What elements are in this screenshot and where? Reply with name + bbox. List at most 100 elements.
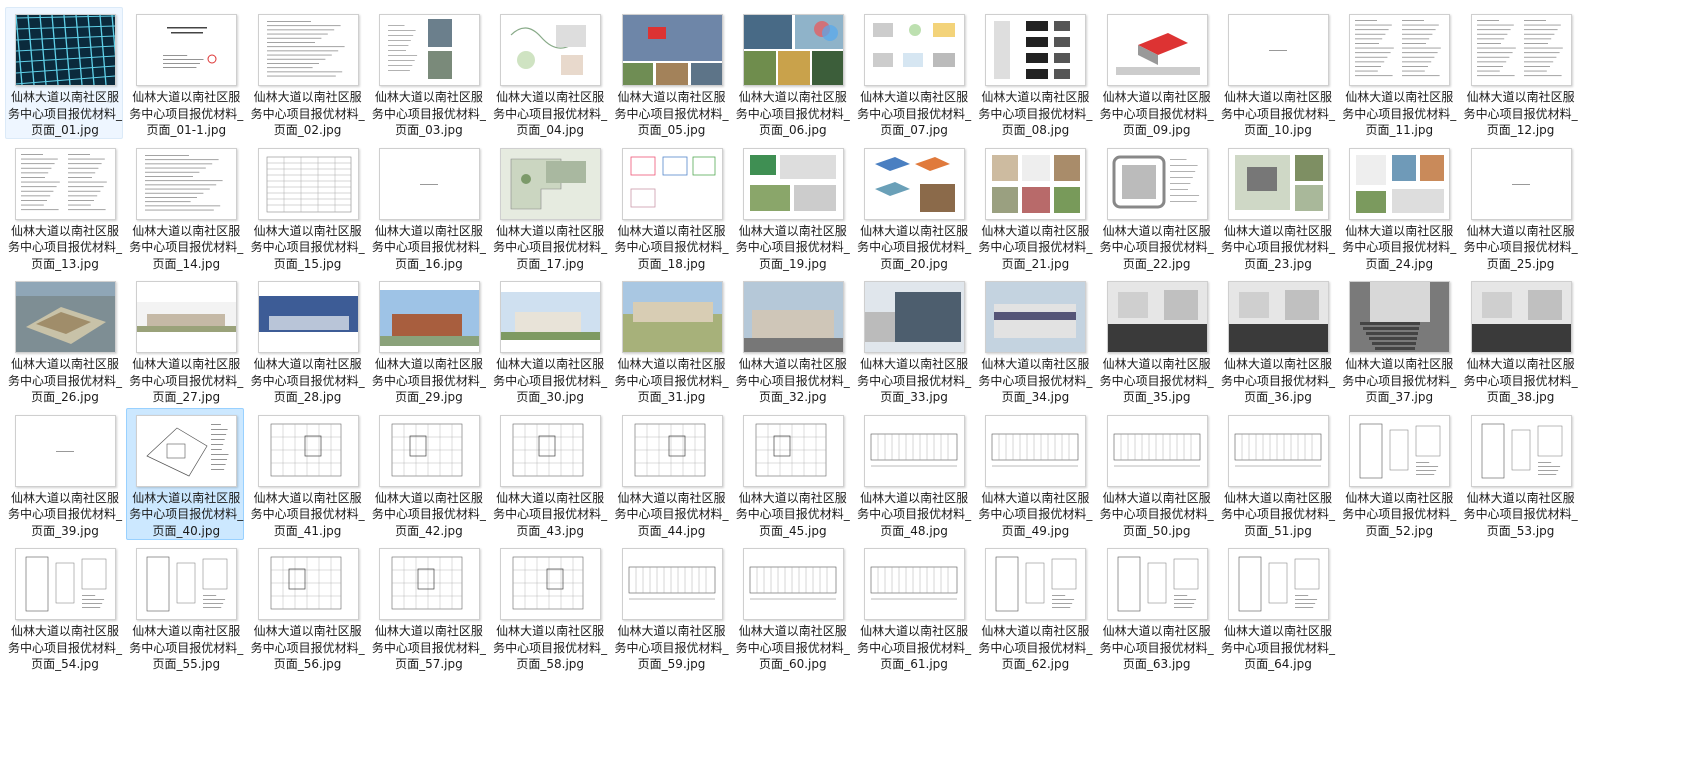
file-name-line: 仙林大道以南社区服 [1345,90,1454,104]
image-thumbnail [864,281,966,353]
image-thumbnail [136,548,238,620]
file-thumbnail-grid[interactable]: 仙林大道以南社区服 务中心项目报优材料_ 页面_01.jpg 仙林大道以南社区服 务中心… [0,7,1682,757]
file-item[interactable]: 仙林大道以南社区服 务中心项目报优材料_ 页面_50.jpg [1097,408,1215,540]
file-name-line: 页面_06.jpg [758,123,827,137]
image-thumbnail [136,14,238,86]
file-name-line: 务中心项目报优材料_ [978,507,1093,521]
file-item[interactable]: 仙林大道以南社区服 务中心项目报优材料_ 页面_51.jpg [1218,408,1336,540]
file-item[interactable]: 仙林大道以南社区服 务中心项目报优材料_ 页面_28.jpg [248,274,366,406]
file-name-line: 仙林大道以南社区服 [253,357,362,371]
file-name-line: 页面_55.jpg [152,657,221,671]
file-item[interactable]: 仙林大道以南社区服 务中心项目报优材料_ 页面_44.jpg [612,408,730,540]
file-item[interactable]: 仙林大道以南社区服 务中心项目报优材料_ 页面_57.jpg [369,541,487,673]
file-name-line: 仙林大道以南社区服 [374,490,483,505]
file-item[interactable]: 仙林大道以南社区服 务中心项目报优材料_ 页面_58.jpg [490,541,608,673]
file-item[interactable]: 仙林大道以南社区服 务中心项目报优材料_ 页面_38.jpg [1461,274,1579,406]
file-item[interactable]: 仙林大道以南社区服 务中心项目报优材料_ 页面_18.jpg [612,141,730,273]
image-thumbnail [500,548,602,620]
file-item[interactable]: 仙林大道以南社区服 务中心项目报优材料_ 页面_53.jpg [1461,408,1579,540]
file-item[interactable]: 仙林大道以南社区服 务中心项目报优材料_ 页面_62.jpg [975,541,1093,673]
file-item[interactable]: 仙林大道以南社区服 务中心项目报优材料_ 页面_49.jpg [975,408,1093,540]
file-item[interactable]: 仙林大道以南社区服 务中心项目报优材料_ 页面_21.jpg [975,141,1093,273]
file-item[interactable]: 仙林大道以南社区服 务中心项目报优材料_ 页面_31.jpg [612,274,730,406]
file-item[interactable]: 仙林大道以南社区服 务中心项目报优材料_ 页面_33.jpg [854,274,972,406]
file-item[interactable]: 仙林大道以南社区服 务中心项目报优材料_ 页面_39.jpg [5,408,123,540]
file-name: 仙林大道以南社区服 务中心项目报优材料_ 页面_10.jpg [1219,89,1337,139]
file-name: 仙林大道以南社区服 务中心项目报优材料_ 页面_43.jpg [491,490,609,540]
file-item[interactable]: 仙林大道以南社区服 务中心项目报优材料_ 页面_10.jpg [1218,7,1336,139]
file-item[interactable]: 仙林大道以南社区服 务中心项目报优材料_ 页面_64.jpg [1218,541,1336,673]
file-item[interactable]: 仙林大道以南社区服 务中心项目报优材料_ 页面_02.jpg [248,7,366,139]
file-item[interactable]: 仙林大道以南社区服 务中心项目报优材料_ 页面_36.jpg [1218,274,1336,406]
file-item[interactable]: 仙林大道以南社区服 务中心项目报优材料_ 页面_45.jpg [733,408,851,540]
file-item[interactable]: 仙林大道以南社区服 务中心项目报优材料_ 页面_59.jpg [612,541,730,673]
file-name-line: 务中心项目报优材料_ [129,373,244,388]
file-item[interactable]: 仙林大道以南社区服 务中心项目报优材料_ 页面_07.jpg [854,7,972,139]
file-item[interactable]: 仙林大道以南社区服 务中心项目报优材料_ 页面_01.jpg [5,7,123,139]
file-name-line: 务中心项目报优材料_ [735,507,850,521]
file-item[interactable]: 仙林大道以南社区服 务中心项目报优材料_ 页面_42.jpg [369,408,487,540]
file-item[interactable]: 仙林大道以南社区服 务中心项目报优材料_ 页面_22.jpg [1097,141,1215,273]
file-item[interactable]: 仙林大道以南社区服 务中心项目报优材料_ 页面_55.jpg [126,541,244,673]
file-item[interactable]: 仙林大道以南社区服 务中心项目报优材料_ 页面_13.jpg [5,141,123,273]
file-name: 仙林大道以南社区服 务中心项目报优材料_ 页面_26.jpg [6,356,124,406]
image-thumbnail [742,281,844,353]
file-item[interactable]: 仙林大道以南社区服 务中心项目报优材料_ 页面_37.jpg [1339,274,1457,406]
file-item[interactable]: 仙林大道以南社区服 务中心项目报优材料_ 页面_20.jpg [854,141,972,273]
file-name-line: 务中心项目报优材料_ [250,240,365,254]
file-item[interactable]: 仙林大道以南社区服 务中心项目报优材料_ 页面_15.jpg [248,141,366,273]
file-name-line: 仙林大道以南社区服 [1345,357,1454,371]
image-thumbnail [257,14,359,86]
file-item[interactable]: 仙林大道以南社区服 务中心项目报优材料_ 页面_54.jpg [5,541,123,673]
file-name-line: 页面_18.jpg [637,256,706,271]
image-thumbnail [15,548,116,620]
file-item[interactable]: 仙林大道以南社区服 务中心项目报优材料_ 页面_56.jpg [248,541,366,673]
file-item[interactable]: 仙林大道以南社区服 务中心项目报优材料_ 页面_08.jpg [975,7,1093,139]
file-item[interactable]: 仙林大道以南社区服 务中心项目报优材料_ 页面_06.jpg [733,7,851,139]
file-item[interactable]: 仙林大道以南社区服 务中心项目报优材料_ 页面_25.jpg [1461,141,1579,273]
file-item[interactable]: 仙林大道以南社区服 务中心项目报优材料_ 页面_43.jpg [490,408,608,540]
file-name: 仙林大道以南社区服 务中心项目报优材料_ 页面_64.jpg [1219,623,1337,673]
file-item[interactable]: 仙林大道以南社区服 务中心项目报优材料_ 页面_14.jpg [126,141,244,273]
file-name: 仙林大道以南社区服 务中心项目报优材料_ 页面_52.jpg [1340,490,1458,540]
file-item[interactable]: 仙林大道以南社区服 务中心项目报优材料_ 页面_34.jpg [975,274,1093,406]
file-name: 仙林大道以南社区服 务中心项目报优材料_ 页面_13.jpg [6,223,124,273]
image-thumbnail [985,414,1087,487]
file-name: 仙林大道以南社区服 务中心项目报优材料_ 页面_39.jpg [6,490,124,540]
file-item[interactable]: 仙林大道以南社区服 务中心项目报优材料_ 页面_19.jpg [733,141,851,273]
file-item[interactable]: 仙林大道以南社区服 务中心项目报优材料_ 页面_17.jpg [490,141,608,273]
file-item[interactable]: 仙林大道以南社区服 务中心项目报优材料_ 页面_30.jpg [490,274,608,406]
image-thumbnail [1470,281,1572,353]
image-thumbnail [257,147,359,220]
file-item[interactable]: 仙林大道以南社区服 务中心项目报优材料_ 页面_23.jpg [1218,141,1336,273]
file-name-line: 页面_56.jpg [273,657,342,671]
file-item[interactable]: 仙林大道以南社区服 务中心项目报优材料_ 页面_16.jpg [369,141,487,273]
file-item[interactable]: 仙林大道以南社区服 务中心项目报优材料_ 页面_26.jpg [5,274,123,406]
file-name-line: 页面_32.jpg [758,390,827,404]
file-item[interactable]: 仙林大道以南社区服 务中心项目报优材料_ 页面_05.jpg [612,7,730,139]
file-item[interactable]: 仙林大道以南社区服 务中心项目报优材料_ 页面_11.jpg [1339,7,1457,139]
file-item[interactable]: 仙林大道以南社区服 务中心项目报优材料_ 页面_41.jpg [248,408,366,540]
file-item[interactable]: 仙林大道以南社区服 务中心项目报优材料_ 页面_61.jpg [854,541,972,673]
file-item[interactable]: 仙林大道以南社区服 务中心项目报优材料_ 页面_35.jpg [1097,274,1215,406]
file-name-line: 务中心项目报优材料_ [1220,240,1335,254]
file-name-line: 仙林大道以南社区服 [10,490,119,505]
file-item[interactable]: 仙林大道以南社区服 务中心项目报优材料_ 页面_04.jpg [490,7,608,139]
file-item[interactable]: 仙林大道以南社区服 务中心项目报优材料_ 页面_24.jpg [1339,141,1457,273]
image-thumbnail [1349,14,1451,86]
file-item[interactable]: 仙林大道以南社区服 务中心项目报优材料_ 页面_60.jpg [733,541,851,673]
file-item[interactable]: 仙林大道以南社区服 务中心项目报优材料_ 页面_32.jpg [733,274,851,406]
file-item[interactable]: 仙林大道以南社区服 务中心项目报优材料_ 页面_27.jpg [126,274,244,406]
file-item[interactable]: 仙林大道以南社区服 务中心项目报优材料_ 页面_01-1.jpg [126,7,244,139]
file-name-line: 仙林大道以南社区服 [738,223,847,238]
file-item[interactable]: 仙林大道以南社区服 务中心项目报优材料_ 页面_48.jpg [854,408,972,540]
file-item[interactable]: 仙林大道以南社区服 务中心项目报优材料_ 页面_52.jpg [1339,408,1457,540]
file-name: 仙林大道以南社区服 务中心项目报优材料_ 页面_12.jpg [1462,89,1580,139]
file-item[interactable]: 仙林大道以南社区服 务中心项目报优材料_ 页面_09.jpg [1097,7,1215,139]
file-name-line: 务中心项目报优材料_ [250,507,365,521]
file-item[interactable]: 仙林大道以南社区服 务中心项目报优材料_ 页面_12.jpg [1461,7,1579,139]
file-item[interactable]: 仙林大道以南社区服 务中心项目报优材料_ 页面_63.jpg [1097,541,1215,673]
file-item[interactable]: 仙林大道以南社区服 务中心项目报优材料_ 页面_40.jpg [126,407,245,540]
file-item[interactable]: 仙林大道以南社区服 务中心项目报优材料_ 页面_29.jpg [369,274,487,406]
file-item[interactable]: 仙林大道以南社区服 务中心项目报优材料_ 页面_03.jpg [369,7,487,139]
